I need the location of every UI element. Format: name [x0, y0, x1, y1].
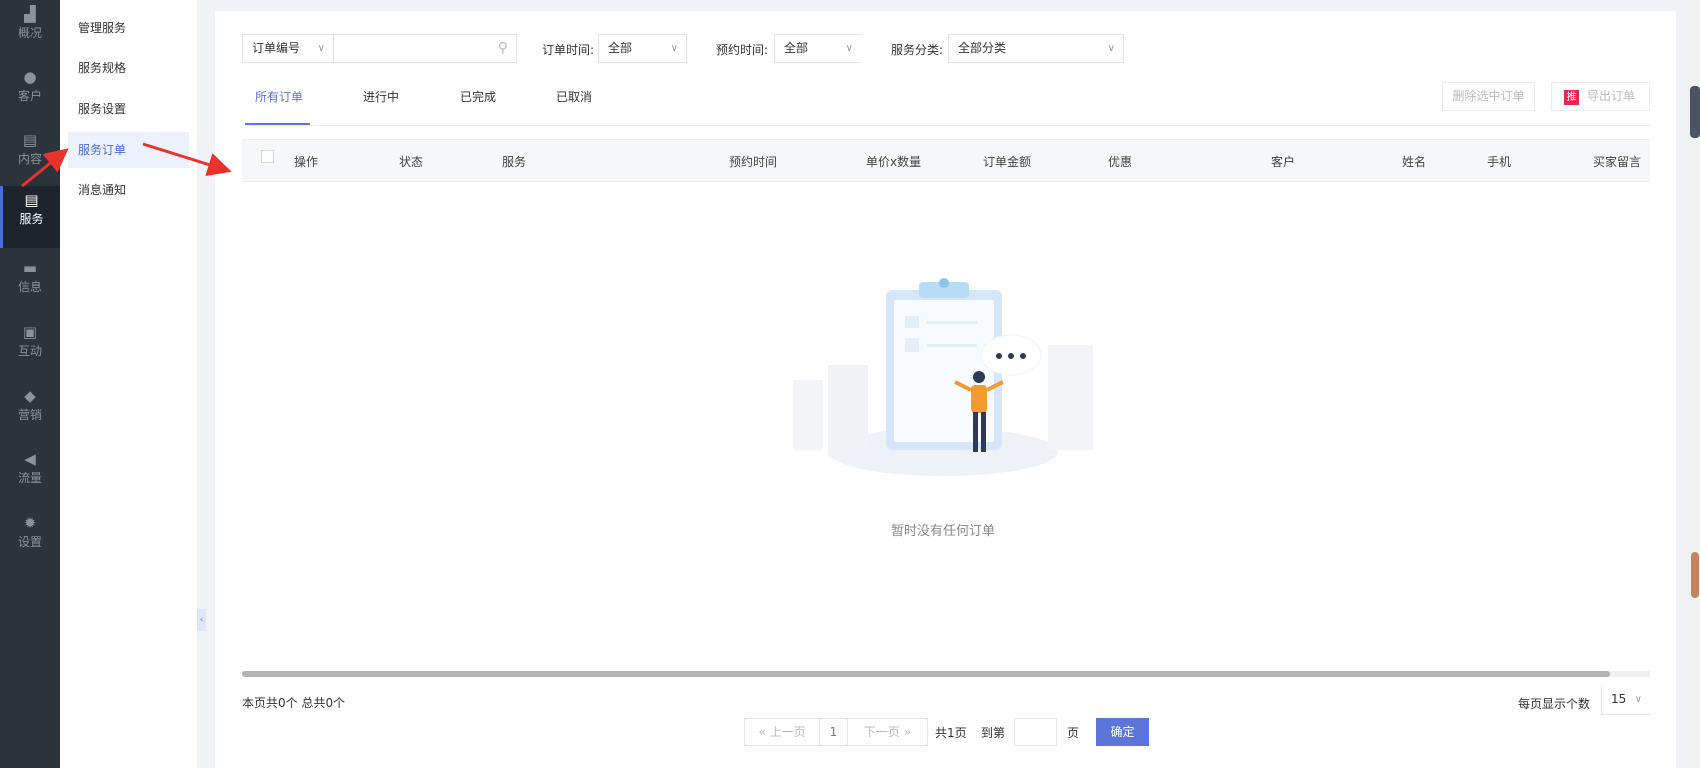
gamepad-icon: ▣: [22, 323, 38, 341]
next-page-button[interactable]: 下一页 »: [847, 718, 928, 746]
export-label: 导出订单: [1587, 89, 1636, 103]
gear-icon: ✹: [23, 514, 37, 532]
page-summary: 本页共0个 总共0个: [242, 696, 346, 710]
side-widget[interactable]: [1690, 86, 1700, 138]
col-appoint-time: 预约时间: [729, 155, 778, 169]
search-icon: ⚲: [497, 40, 508, 56]
goto-page-input[interactable]: [1014, 718, 1057, 746]
select-all-checkbox[interactable]: [261, 150, 274, 163]
col-action: 操作: [294, 155, 319, 169]
arrow-to-table: [142, 142, 232, 177]
tab-in-progress[interactable]: 进行中: [363, 88, 399, 105]
search-input[interactable]: ⚲: [333, 34, 517, 63]
message-icon: ▬: [22, 259, 38, 277]
nav-settings[interactable]: ✹ 设置: [0, 509, 60, 571]
tag-icon: ◆: [24, 387, 36, 405]
megaphone-icon: ◀: [24, 450, 36, 468]
tab-all-orders[interactable]: 所有订单: [255, 88, 303, 105]
col-amount: 订单金额: [983, 155, 1032, 169]
appoint-time-label: 预约时间:: [716, 43, 769, 57]
empty-illustration: [793, 278, 1093, 476]
arrow-to-submenu: [21, 148, 69, 188]
col-discount: 优惠: [1108, 155, 1133, 169]
col-customer: 客户: [1271, 155, 1296, 169]
tabs-divider: [245, 125, 1650, 126]
total-pages: 共1页: [935, 726, 967, 740]
goto-label: 到第: [981, 726, 1006, 740]
prev-page-button[interactable]: « 上一页: [744, 718, 820, 746]
col-phone: 手机: [1487, 155, 1512, 169]
tab-completed[interactable]: 已完成: [460, 88, 496, 105]
collapse-handle[interactable]: ‹: [197, 609, 206, 631]
page-label: 页: [1067, 726, 1080, 740]
category-select[interactable]: 全部分类 ∨: [948, 34, 1124, 63]
col-buyer-note: 买家留言: [1593, 155, 1642, 169]
nav-marketing[interactable]: ◆ 营销: [0, 382, 60, 444]
table-header: [242, 139, 1650, 182]
category-value: 全部分类: [958, 41, 1007, 55]
category-label: 服务分类:: [891, 43, 944, 57]
chevron-down-icon: ∨: [845, 43, 853, 54]
chevron-down-icon: ∨: [317, 43, 325, 54]
page-1-button[interactable]: 1: [819, 718, 848, 746]
order-time-select[interactable]: 全部 ∨: [598, 34, 687, 63]
per-page-select[interactable]: 15 ∨: [1601, 686, 1650, 715]
tab-cancelled[interactable]: 已取消: [556, 88, 592, 105]
annotation-arrows: [21, 142, 232, 188]
chevron-down-icon: ∨: [1634, 694, 1642, 705]
appoint-time-select[interactable]: 全部 ∨: [774, 34, 861, 63]
col-status: 状态: [399, 155, 424, 169]
appoint-time-value: 全部: [784, 41, 809, 55]
confirm-goto-button[interactable]: 确定: [1096, 718, 1149, 746]
order-time-value: 全部: [608, 41, 633, 55]
empty-text: 暂时没有任何订单: [890, 524, 995, 539]
export-orders-button[interactable]: 推导出订单: [1551, 82, 1650, 111]
order-time-label: 订单时间:: [542, 43, 595, 57]
nav-interaction[interactable]: ▣ 互动: [0, 318, 60, 380]
col-name: 姓名: [1402, 155, 1427, 169]
col-service: 服务: [502, 155, 527, 169]
chevron-down-icon: ∨: [670, 43, 678, 54]
horizontal-scrollbar-thumb[interactable]: [242, 671, 1610, 677]
side-widget-slider[interactable]: [1691, 552, 1699, 598]
delete-selected-button[interactable]: 删除选中订单: [1442, 82, 1535, 111]
per-page-value: 15: [1611, 692, 1627, 706]
chevron-down-icon: ∨: [1107, 43, 1115, 54]
nav-traffic[interactable]: ◀ 流量: [0, 445, 60, 507]
export-badge-icon: 推: [1564, 90, 1579, 105]
col-price-qty: 单价x数量: [866, 155, 922, 169]
nav-messages[interactable]: ▬ 信息: [0, 254, 60, 316]
per-page-label: 每页显示个数: [1518, 697, 1591, 711]
